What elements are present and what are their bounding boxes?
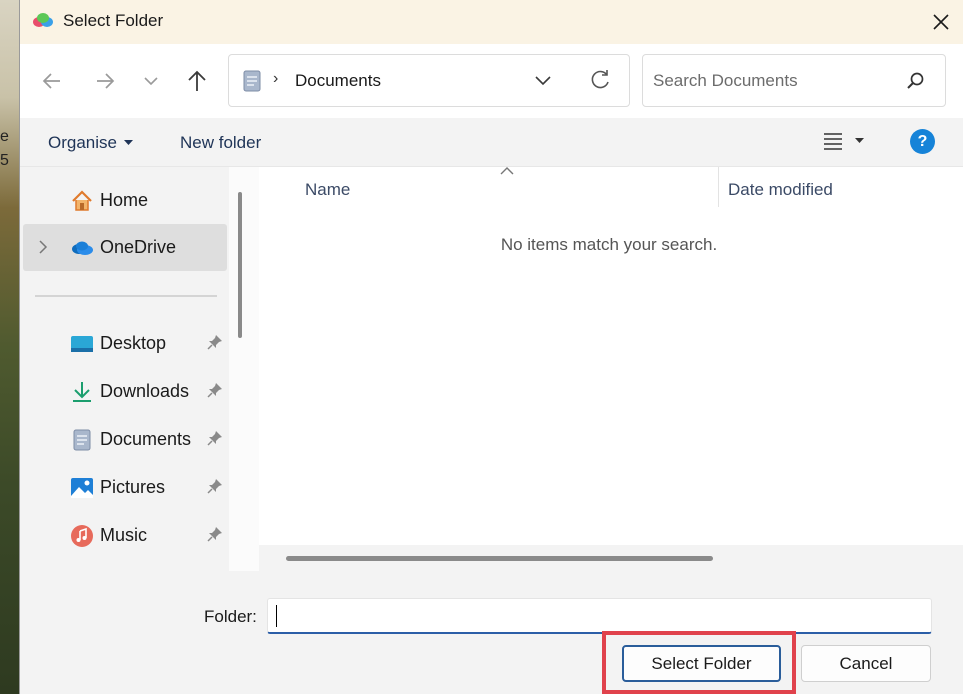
column-header-date-modified[interactable]: Date modified <box>728 180 833 200</box>
refresh-icon <box>591 70 609 89</box>
desktop-background: e 5 <box>0 0 20 694</box>
search-box <box>642 54 946 107</box>
sidebar-item-music[interactable]: Music <box>23 512 227 559</box>
sidebar-item-label: OneDrive <box>100 237 177 257</box>
sidebar-item-pictures[interactable]: Pictures <box>23 464 227 511</box>
sidebar-item-label: Documents <box>100 429 192 449</box>
sidebar-item-onedrive[interactable]: OneDrive <box>23 224 227 271</box>
cancel-button[interactable]: Cancel <box>801 645 931 682</box>
caret-down-icon <box>123 140 133 145</box>
music-icon <box>71 525 93 547</box>
address-dropdown-button[interactable] <box>534 71 552 94</box>
documents-icon <box>73 429 91 451</box>
sidebar-item-desktop[interactable]: Desktop <box>23 320 227 367</box>
close-icon <box>933 14 949 30</box>
forward-button[interactable] <box>88 64 122 98</box>
pin-icon[interactable] <box>207 382 223 398</box>
dialog-footer: Folder: Select Folder Cancel <box>20 571 963 694</box>
app-icon <box>33 13 53 27</box>
up-button[interactable] <box>180 64 214 98</box>
breadcrumb-separator-icon: › <box>273 70 279 87</box>
column-divider[interactable] <box>718 167 719 207</box>
help-icon: ? <box>917 133 928 150</box>
horizontal-scrollbar[interactable] <box>259 545 963 571</box>
view-options-button[interactable] <box>823 132 864 150</box>
arrow-right-icon <box>97 73 115 89</box>
column-header-name[interactable]: Name <box>305 180 350 200</box>
onedrive-icon <box>72 241 93 255</box>
sidebar-item-label: Music <box>100 525 148 545</box>
text-caret <box>276 605 277 627</box>
help-button[interactable]: ? <box>910 129 935 154</box>
search-icon[interactable] <box>907 72 925 90</box>
pin-icon[interactable] <box>207 526 223 542</box>
documents-icon <box>243 70 261 92</box>
arrow-up-icon <box>188 70 206 91</box>
sidebar-item-downloads[interactable]: Downloads <box>23 368 227 415</box>
new-folder-button[interactable]: New folder <box>180 133 261 153</box>
empty-state-message: No items match your search. <box>500 235 718 254</box>
chevron-right-icon[interactable] <box>38 240 48 254</box>
home-icon <box>72 190 92 211</box>
sidebar-item-home[interactable]: Home <box>23 177 227 224</box>
sidebar-item-label: Pictures <box>100 477 166 497</box>
list-view-icon <box>824 133 842 150</box>
navigation-pane: Home OneDrive Desktop Downloads Document… <box>20 167 229 571</box>
arrow-left-icon <box>42 73 60 89</box>
address-bar[interactable]: › Documents <box>228 54 630 107</box>
pin-icon[interactable] <box>207 430 223 446</box>
folder-label: Folder: <box>204 607 257 626</box>
navigation-pane-scrollbar[interactable] <box>238 192 242 338</box>
close-button[interactable] <box>918 0 963 44</box>
chevron-down-icon <box>535 76 551 86</box>
desktop-icon <box>71 336 93 352</box>
recent-locations-button[interactable] <box>134 64 168 98</box>
file-list: Name Date modified No items match your s… <box>259 167 963 571</box>
organise-button[interactable]: Organise <box>48 133 133 153</box>
command-bar: Organise New folder ? <box>20 118 963 167</box>
navigation-bar: › Documents <box>20 44 963 118</box>
horizontal-scrollbar-thumb[interactable] <box>286 556 713 561</box>
window-title: Select Folder <box>63 11 164 30</box>
sidebar-item-documents[interactable]: Documents <box>23 416 227 463</box>
sidebar-item-label: Downloads <box>100 381 190 401</box>
refresh-button[interactable] <box>589 69 611 96</box>
pin-icon[interactable] <box>207 478 223 494</box>
desktop-text-fragment: 5 <box>0 152 9 169</box>
search-input[interactable] <box>653 69 893 93</box>
pin-icon[interactable] <box>207 334 223 350</box>
sidebar-item-label: Home <box>100 190 149 210</box>
select-folder-dialog: Select Folder › Documents Search Documen… <box>19 0 963 694</box>
organise-label: Organise <box>48 133 117 152</box>
sidebar-item-label: Desktop <box>100 333 167 353</box>
chevron-down-icon <box>144 77 158 86</box>
folder-name-field[interactable] <box>267 598 932 634</box>
breadcrumb-documents[interactable]: Documents <box>295 71 381 91</box>
title-bar: Select Folder <box>20 0 963 44</box>
sort-ascending-icon <box>500 167 514 175</box>
desktop-text-fragment: e <box>0 128 9 145</box>
back-button[interactable] <box>35 64 69 98</box>
downloads-icon <box>73 382 91 402</box>
select-folder-button[interactable]: Select Folder <box>622 645 781 682</box>
pictures-icon <box>71 478 93 498</box>
sidebar-divider <box>35 295 217 297</box>
caret-down-icon <box>855 138 864 143</box>
